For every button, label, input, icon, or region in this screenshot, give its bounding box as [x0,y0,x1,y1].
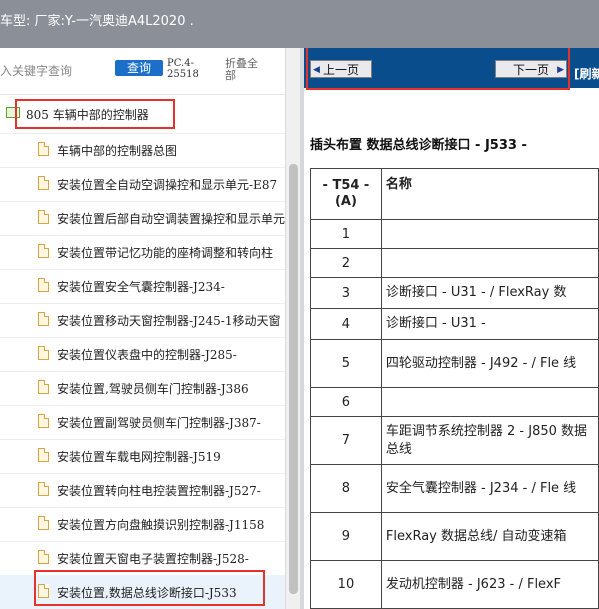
pin-cell: 3 [310,277,382,309]
col-header-name: 名称 [380,168,599,220]
tree-item[interactable]: 安装位置转向柱电控装置控制器-J527- [0,473,285,508]
table-row: 5 四轮驱动控制器 - J492 - / Fle 线 [310,339,599,388]
tree-item-label: 安装位置仪表盘中的控制器-J285- [57,348,237,362]
root-highlight-box [15,99,175,129]
col-header-pin: - T54 - (A) [310,168,382,220]
tree-item[interactable]: 安装位置带记忆功能的座椅调整和转向柱 [0,235,285,270]
query-button[interactable]: 查询 [115,60,163,76]
tree-item[interactable]: 安装位置仪表盘中的控制器-J285- [0,337,285,372]
document-icon [38,448,49,462]
document-panel: ◀ 上一页 下一页 ▶ [刷新 插头布置 数据总线诊断接口 - J533 - -… [304,48,599,609]
tree-item[interactable]: 安装位置,驾驶员侧车门控制器-J386 [0,371,285,406]
name-cell: FlexRay 数据总线/ 自动变速箱 [380,512,599,561]
tree-item-label: 安装位置安全气囊控制器-J234- [57,280,225,294]
tree-item[interactable]: 安装位置移动天窗控制器-J245-1移动天窗 [0,303,285,338]
table-row: 9 FlexRay 数据总线/ 自动变速箱 [310,512,599,561]
name-cell: 车距调节系统控制器 2 - J850 数据总线 [380,416,599,465]
document-title: 插头布置 数据总线诊断接口 - J533 - [310,138,527,153]
document-icon [38,550,49,564]
tree-item[interactable]: 安装位置后部自动空调装置操控和显示单元 [0,201,285,236]
table-row: 10 发动机控制器 - J623 - / FlexF [310,560,599,609]
document-icon [38,312,49,326]
search-input[interactable]: 入关键字查询 [0,62,72,79]
name-cell: 发动机控制器 - J623 - / FlexF [380,560,599,609]
document-icon [38,278,49,292]
window-titlebar: 车型: 厂家:Y-一汽奥迪A4L2020 . [0,0,599,49]
name-cell: 诊断接口 - U31 - [380,308,599,340]
collapse-all-button[interactable]: 折叠全部 [225,58,265,82]
name-cell: 安全气囊控制器 - J234 - / Fle 线 [380,464,599,513]
document-icon [38,414,49,428]
tree-item[interactable]: 安装位置安全气囊控制器-J234- [0,269,285,304]
tree-item-label: 安装位置副驾驶员侧车门控制器-J387- [57,416,261,430]
tree-item[interactable]: 安装位置车载电网控制器-J519 [0,439,285,474]
document-icon [38,176,49,190]
pin-cell: 4 [310,308,382,340]
connector-table: - T54 - (A) 名称 1 2 3 诊断接口 - U31 - / FlexR… [310,168,599,609]
table-header-row: - T54 - (A) 名称 [310,168,599,220]
name-cell [380,219,599,249]
selected-highlight-box [34,570,265,606]
left-tree-panel: 入关键字查询 查询 PC.4-25518 折叠全部 805 车辆中部的控制器 车… [0,48,301,609]
pc-version-label: PC.4-25518 [167,58,199,80]
tree-item-label: 安装位置转向柱电控装置控制器-J527- [57,484,261,498]
search-row: 入关键字查询 查询 PC.4-25518 折叠全部 [0,48,285,95]
pin-cell: 9 [310,512,382,561]
tree-item[interactable]: 安装位置副驾驶员侧车门控制器-J387- [0,405,285,440]
tree-item-label: 安装位置全自动空调操控和显示单元-E87 [57,178,278,192]
name-cell: 四轮驱动控制器 - J492 - / Fle 线 [380,339,599,388]
scrollbar-thumb[interactable] [289,164,298,594]
document-icon [38,210,49,224]
vehicle-title: 车型: 厂家:Y-一汽奥迪A4L2020 . [0,14,194,29]
table-row: 4 诊断接口 - U31 - [310,308,599,340]
document-icon [38,142,49,156]
refresh-link[interactable]: [刷新 [574,65,599,82]
tree-item-label: 安装位置带记忆功能的座椅调整和转向柱 [57,246,274,260]
tree-item-label: 安装位置,驾驶员侧车门控制器-J386 [57,382,249,396]
tree-item-label: 安装位置后部自动空调装置操控和显示单元 [57,212,285,226]
pin-cell: 1 [310,219,382,249]
tree-item-label: 安装位置移动天窗控制器-J245-1移动天窗 [57,314,281,328]
name-cell: 诊断接口 - U31 - / FlexRay 数 [380,277,599,309]
document-icon [38,482,49,496]
pin-cell: 5 [310,339,382,388]
tree-item[interactable]: 安装位置方向盘触摸识别控制器-J1158 [0,507,285,542]
table-row: 2 [310,248,599,278]
document-icon [38,380,49,394]
tree-item-label: 安装位置车载电网控制器-J519 [57,450,221,464]
document-icon [38,244,49,258]
table-row: 8 安全气囊控制器 - J234 - / Fle 线 [310,464,599,513]
pin-cell: 2 [310,248,382,278]
table-row: 7 车距调节系统控制器 2 - J850 数据总线 [310,416,599,465]
tree-item-label: 安装位置方向盘触摸识别控制器-J1158 [57,518,265,532]
name-cell [380,387,599,417]
tree-item[interactable]: 安装位置全自动空调操控和显示单元-E87 [0,167,285,202]
tree-item-label: 安装位置天窗电子装置控制器-J528- [57,552,249,566]
name-cell [380,248,599,278]
table-row: 6 [310,387,599,417]
document-icon [38,516,49,530]
pin-cell: 7 [310,416,382,465]
document-icon [38,346,49,360]
tree-item[interactable]: 车辆中部的控制器总图 [0,133,285,168]
table-row: 3 诊断接口 - U31 - / FlexRay 数 [310,277,599,309]
nav-highlight-box [306,48,570,90]
tree-item-label: 车辆中部的控制器总图 [57,144,178,158]
table-row: 1 [310,219,599,249]
pin-cell: 8 [310,464,382,513]
pin-cell: 10 [310,560,382,609]
nav-toolbar: ◀ 上一页 下一页 ▶ [刷新 [304,48,599,90]
pin-cell: 6 [310,387,382,417]
tree-scrollbar[interactable] [285,48,301,609]
